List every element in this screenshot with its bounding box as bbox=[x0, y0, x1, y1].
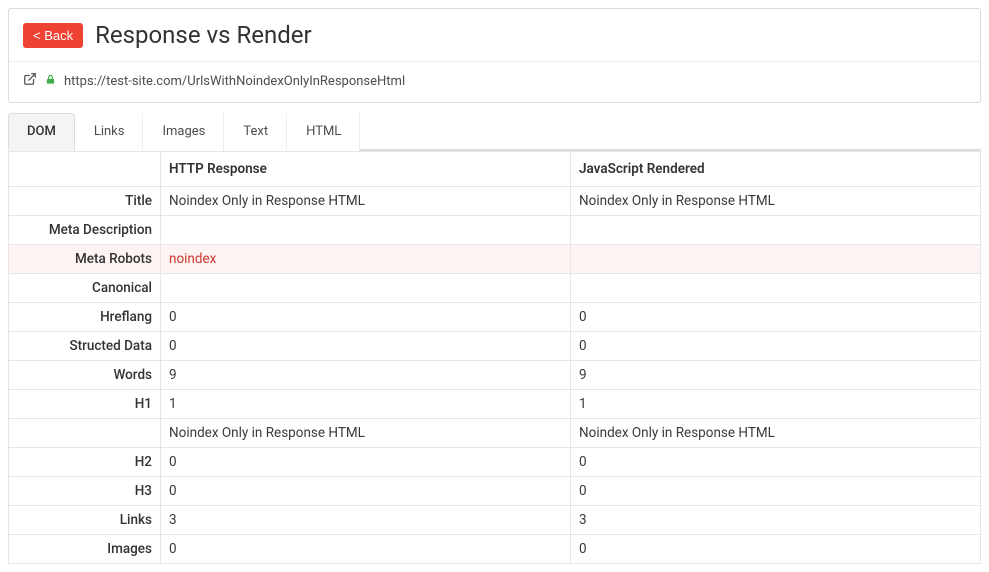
table-row: Words 9 9 bbox=[9, 361, 981, 390]
row-label-structed-data: Structed Data bbox=[9, 332, 161, 361]
url-row: https://test-site.com/UrlsWithNoindexOnl… bbox=[9, 61, 980, 102]
header-panel: < Back Response vs Render https://test-s… bbox=[8, 8, 981, 103]
header-row: < Back Response vs Render bbox=[9, 9, 980, 61]
cell-hreflang-response: 0 bbox=[161, 303, 571, 332]
cell-words-rendered: 9 bbox=[571, 361, 981, 390]
comparison-table: HTTP Response JavaScript Rendered Title … bbox=[8, 151, 981, 564]
cell-meta-desc-response bbox=[161, 216, 571, 245]
cell-images-rendered: 0 bbox=[571, 535, 981, 564]
cell-meta-robots-response: noindex bbox=[161, 245, 571, 274]
page-title: Response vs Render bbox=[95, 21, 312, 49]
table-row: Meta Robots noindex bbox=[9, 245, 981, 274]
row-label-h1: H1 bbox=[9, 390, 161, 419]
cell-h3-rendered: 0 bbox=[571, 477, 981, 506]
cell-meta-robots-rendered bbox=[571, 245, 981, 274]
table-row: Images 0 0 bbox=[9, 535, 981, 564]
cell-canonical-response bbox=[161, 274, 571, 303]
col-header-empty bbox=[9, 152, 161, 187]
cell-title-response: Noindex Only in Response HTML bbox=[161, 187, 571, 216]
cell-h3-response: 0 bbox=[161, 477, 571, 506]
cell-links-response: 3 bbox=[161, 506, 571, 535]
cell-structed-rendered: 0 bbox=[571, 332, 981, 361]
tab-html[interactable]: HTML bbox=[287, 113, 360, 151]
row-label-h2: H2 bbox=[9, 448, 161, 477]
cell-h2-rendered: 0 bbox=[571, 448, 981, 477]
cell-structed-response: 0 bbox=[161, 332, 571, 361]
cell-h1-response: 1 bbox=[161, 390, 571, 419]
table-row: Links 3 3 bbox=[9, 506, 981, 535]
tabs: DOM Links Images Text HTML bbox=[8, 113, 981, 151]
table-row: Canonical bbox=[9, 274, 981, 303]
back-button[interactable]: < Back bbox=[23, 23, 83, 48]
table-row: Meta Description bbox=[9, 216, 981, 245]
cell-h1-rendered: 1 bbox=[571, 390, 981, 419]
cell-title-rendered: Noindex Only in Response HTML bbox=[571, 187, 981, 216]
table-row: H2 0 0 bbox=[9, 448, 981, 477]
cell-h1-text-response: Noindex Only in Response HTML bbox=[161, 419, 571, 448]
row-label-links: Links bbox=[9, 506, 161, 535]
row-label-title: Title bbox=[9, 187, 161, 216]
tab-dom[interactable]: DOM bbox=[8, 113, 75, 151]
cell-canonical-rendered bbox=[571, 274, 981, 303]
table-row: Title Noindex Only in Response HTML Noin… bbox=[9, 187, 981, 216]
row-label-images: Images bbox=[9, 535, 161, 564]
row-label-meta-description: Meta Description bbox=[9, 216, 161, 245]
tab-links[interactable]: Links bbox=[75, 113, 144, 151]
cell-meta-desc-rendered bbox=[571, 216, 981, 245]
cell-h1-text-rendered: Noindex Only in Response HTML bbox=[571, 419, 981, 448]
col-header-response: HTTP Response bbox=[161, 152, 571, 187]
row-label-h3: H3 bbox=[9, 477, 161, 506]
row-label-canonical: Canonical bbox=[9, 274, 161, 303]
row-label-h1-text bbox=[9, 419, 161, 448]
row-label-hreflang: Hreflang bbox=[9, 303, 161, 332]
row-label-meta-robots: Meta Robots bbox=[9, 245, 161, 274]
url-text: https://test-site.com/UrlsWithNoindexOnl… bbox=[64, 74, 405, 89]
cell-hreflang-rendered: 0 bbox=[571, 303, 981, 332]
tab-text[interactable]: Text bbox=[224, 113, 287, 151]
cell-links-rendered: 3 bbox=[571, 506, 981, 535]
tab-images[interactable]: Images bbox=[143, 113, 224, 151]
table-row: H1 1 1 bbox=[9, 390, 981, 419]
external-link-icon[interactable] bbox=[23, 72, 37, 90]
table-row: Hreflang 0 0 bbox=[9, 303, 981, 332]
cell-words-response: 9 bbox=[161, 361, 571, 390]
table-row: H3 0 0 bbox=[9, 477, 981, 506]
table-row: Structed Data 0 0 bbox=[9, 332, 981, 361]
cell-h2-response: 0 bbox=[161, 448, 571, 477]
cell-images-response: 0 bbox=[161, 535, 571, 564]
lock-icon bbox=[45, 73, 56, 90]
row-label-words: Words bbox=[9, 361, 161, 390]
col-header-rendered: JavaScript Rendered bbox=[571, 152, 981, 187]
table-row: Noindex Only in Response HTML Noindex On… bbox=[9, 419, 981, 448]
